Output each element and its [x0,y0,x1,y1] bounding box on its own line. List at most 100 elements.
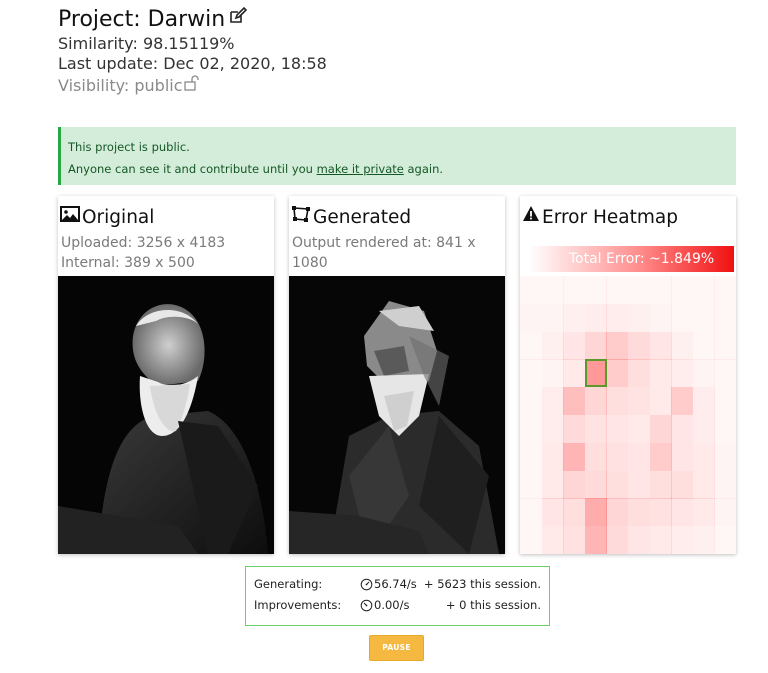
heatmap-cell [649,331,672,360]
heatmap-cell [628,331,650,360]
heatmap-cell [649,359,672,388]
heatmap-cell [606,331,629,360]
heatmap-cell [671,415,694,443]
error-heatmap-card: Error Heatmap Total Error: ~1.849% [520,196,736,554]
heatmap-cell [692,276,715,304]
heatmap-cell [692,442,715,471]
warning-icon [522,205,542,230]
heatmap-cell [649,470,672,499]
edit-icon[interactable] [225,6,248,34]
heatmap-title-text: Error Heatmap [542,206,678,228]
heatmap-cell [563,415,586,443]
heatmap-cell [584,415,607,443]
heatmap-cell [563,387,586,416]
heatmap-cell [649,498,672,527]
heatmap-cell [649,387,672,416]
heatmap-cell [606,387,629,416]
pause-button[interactable]: PAUSE [369,635,424,661]
heatmap-cell [606,526,629,554]
heatmap-cell [563,359,586,388]
heatmap-cell [671,303,694,332]
improvements-session: + 0 this session. [445,598,541,612]
heatmap-cell [692,387,715,416]
make-private-link[interactable]: make it private [317,162,404,176]
heatmap-cell [606,276,629,304]
heatmap-cell [714,442,736,471]
uploaded-size-text: Uploaded: 3256 x 4183 [61,235,226,251]
generated-title-text: Generated [313,206,412,228]
heatmap-cell [692,331,715,360]
heatmap-cell [671,442,694,471]
heatmap-cell [714,276,736,304]
improvements-row: Improvements: 0.00/s + 0 this session. [254,595,541,615]
generated-card-title: Generated [289,196,505,230]
visibility-text: Visibility: public [58,75,183,95]
generated-card: Generated Output rendered at: 841 x 1080 [289,196,505,554]
heatmap-cell [541,331,564,360]
heatmap-cell [649,303,672,332]
heatmap-cell [671,276,694,304]
heatmap-cell [520,359,542,388]
improvements-rate: 0.00/s [360,595,409,615]
heatmap-cell [649,276,672,304]
heatmap-cell [541,470,564,499]
heatmap-cell [714,526,736,554]
heatmap-cell [563,442,586,471]
heatmap-cell [541,303,564,332]
heatmap-cell [520,498,542,527]
heatmap-cell [628,470,650,499]
output-rendered-text: Output rendered at: 841 x [292,235,476,251]
generated-image [289,276,505,554]
original-image [58,276,274,554]
heatmap-cell [692,470,715,499]
heatmap-cell [671,470,694,499]
heatmap-cell [584,498,607,527]
heatmap-cell [649,526,672,554]
heatmap-cell [628,498,650,527]
heatmap-cell [671,387,694,416]
alert-line-2: Anyone can see it and contribute until y… [68,158,736,180]
heatmap-cell [714,303,736,332]
heatmap-cell [563,303,586,332]
heatmap-cell [606,470,629,499]
heatmap-cell [541,387,564,416]
heatmap-cell [520,470,542,499]
heatmap-cell [563,526,586,554]
original-card-title: Original [58,196,274,230]
heatmap-cell [628,276,650,304]
generation-stats: Generating: 56.74/s + 5623 this session.… [245,566,550,626]
heatmap-cell [584,387,607,416]
generated-info: Output rendered at: 841 x 1080 [289,230,505,273]
heatmap-cell [520,303,542,332]
unlock-icon[interactable] [183,74,201,97]
heatmap-cell [606,498,629,527]
internal-size-text: Internal: 389 x 500 [61,255,195,271]
heatmap-cell [649,442,672,471]
heatmap-cell [628,442,650,471]
heatmap-cell [628,303,650,332]
heatmap-cell [714,359,736,388]
generating-rate: 56.74/s [360,574,417,594]
speedometer-icon [360,599,373,611]
heatmap-cell [520,526,542,554]
heatmap-cell [649,415,672,443]
heatmap-cell [671,498,694,527]
heatmap-cell [541,442,564,471]
output-rendered-text-2: 1080 [292,255,328,271]
heatmap-cell [584,526,607,554]
heatmap-cell [671,331,694,360]
heatmap-cell [541,276,564,304]
visibility-row: Visibility: public [58,74,327,97]
alert-line-2-suffix: again. [403,162,444,176]
heatmap-cell [628,359,650,388]
heatmap-cell [606,359,629,388]
improvements-label: Improvements: [254,598,342,612]
heatmap-cell [520,276,542,304]
heatmap-cell [584,442,607,471]
heatmap-cell [692,303,715,332]
heatmap-cell [541,526,564,554]
heatmap-cell [563,498,586,527]
heatmap-cell [541,498,564,527]
improvements-rate-value: 0.00/s [374,598,410,612]
heatmap-cell [628,387,650,416]
